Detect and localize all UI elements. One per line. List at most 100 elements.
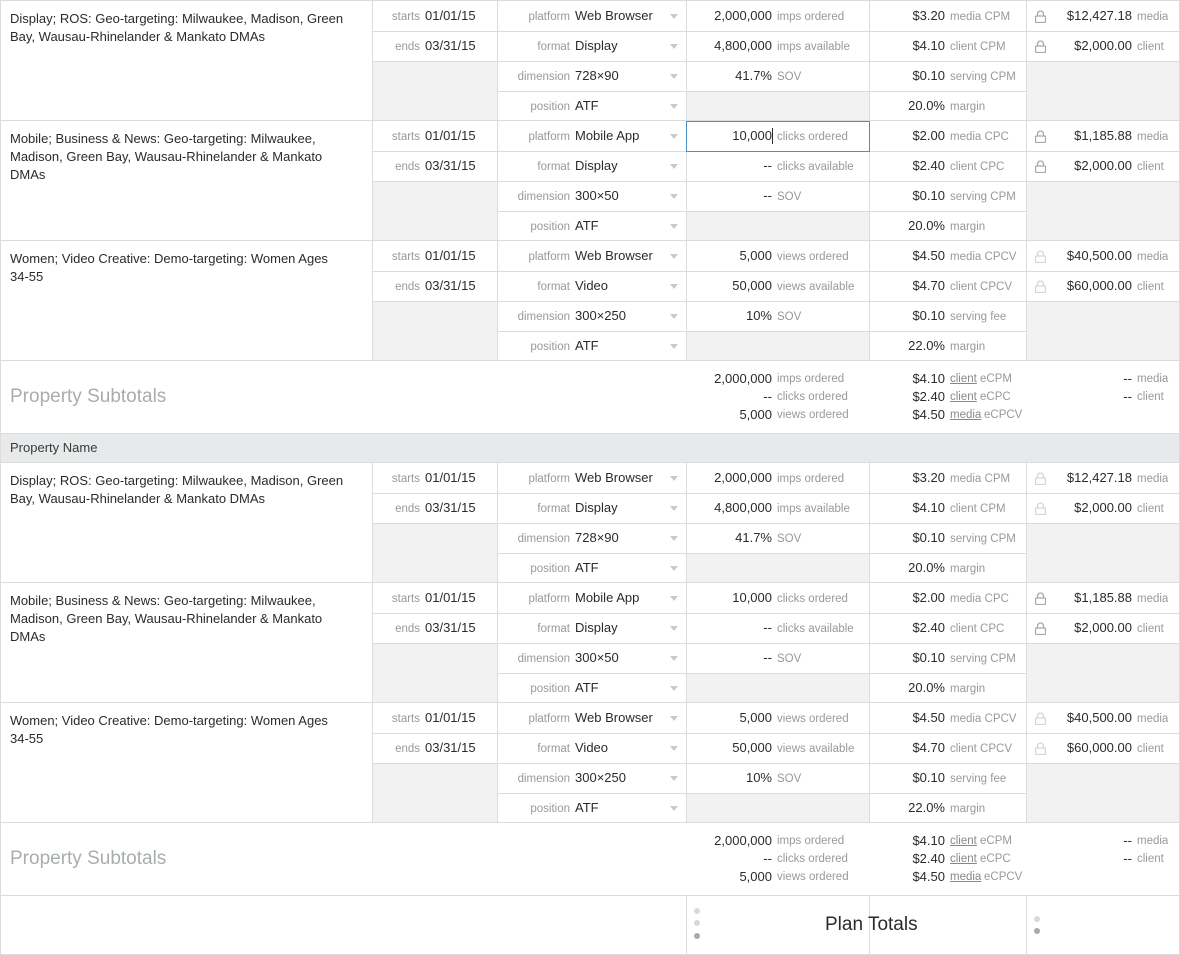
chevron-down-icon[interactable] (670, 656, 678, 661)
rate-value[interactable]: $4.70 (912, 740, 945, 756)
chevron-down-icon[interactable] (670, 344, 678, 349)
chevron-down-icon[interactable] (670, 14, 678, 19)
position-select[interactable]: ATF (575, 680, 599, 696)
total-value[interactable]: $2,000.00 (1074, 38, 1132, 54)
start-date[interactable]: 01/01/15 (425, 128, 476, 144)
position-select[interactable]: ATF (575, 218, 599, 234)
platform-select[interactable]: Web Browser (575, 8, 653, 24)
start-date[interactable]: 01/01/15 (425, 470, 476, 486)
end-date[interactable]: 03/31/15 (425, 500, 476, 516)
total-value[interactable]: $12,427.18 (1067, 8, 1132, 24)
metric-value[interactable]: 5,000 (739, 710, 772, 726)
position-select[interactable]: ATF (575, 338, 599, 354)
format-select[interactable]: Display (575, 500, 618, 516)
platform-select[interactable]: Web Browser (575, 248, 653, 264)
format-select[interactable]: Display (575, 620, 618, 636)
rate-value[interactable]: $0.10 (912, 770, 945, 786)
chevron-down-icon[interactable] (670, 566, 678, 571)
rate-value[interactable]: $0.10 (912, 308, 945, 324)
chevron-down-icon[interactable] (670, 314, 678, 319)
platform-select[interactable]: Web Browser (575, 470, 653, 486)
start-date[interactable]: 01/01/15 (425, 248, 476, 264)
end-date[interactable]: 03/31/15 (425, 38, 476, 54)
lock-icon[interactable] (1034, 742, 1047, 756)
rate-value[interactable]: $3.20 (912, 8, 945, 24)
line-item-name[interactable]: Women; Video Creative: Demo-targeting: W… (10, 712, 350, 748)
lock-icon[interactable] (1034, 502, 1047, 516)
end-date[interactable]: 03/31/15 (425, 740, 476, 756)
format-select[interactable]: Display (575, 38, 618, 54)
end-date[interactable]: 03/31/15 (425, 158, 476, 174)
platform-select[interactable]: Mobile App (575, 590, 639, 606)
metric-value[interactable]: 2,000,000 (714, 470, 772, 486)
end-date[interactable]: 03/31/15 (425, 620, 476, 636)
chevron-down-icon[interactable] (670, 104, 678, 109)
start-date[interactable]: 01/01/15 (425, 8, 476, 24)
position-select[interactable]: ATF (575, 800, 599, 816)
platform-select[interactable]: Mobile App (575, 128, 639, 144)
lock-icon[interactable] (1034, 10, 1047, 24)
rate-basis-link[interactable]: client (950, 851, 977, 867)
total-value[interactable]: $2,000.00 (1074, 620, 1132, 636)
rate-value[interactable]: $4.50 (912, 710, 945, 726)
lock-icon[interactable] (1034, 250, 1047, 264)
scroll-dots-icon[interactable] (1034, 916, 1040, 922)
dimension-select[interactable]: 300×50 (575, 650, 619, 666)
lock-icon[interactable] (1034, 472, 1047, 486)
chevron-down-icon[interactable] (670, 134, 678, 139)
total-value[interactable]: $12,427.18 (1067, 470, 1132, 486)
total-value[interactable]: $1,185.88 (1074, 590, 1132, 606)
position-select[interactable]: ATF (575, 98, 599, 114)
total-value[interactable]: $60,000.00 (1067, 278, 1132, 294)
rate-value[interactable]: $3.20 (912, 470, 945, 486)
scroll-dots-icon[interactable] (694, 908, 700, 914)
rate-basis-link[interactable]: media (950, 869, 981, 885)
end-date[interactable]: 03/31/15 (425, 278, 476, 294)
rate-value[interactable]: $4.10 (912, 38, 945, 54)
scroll-dots-icon[interactable] (694, 933, 700, 939)
chevron-down-icon[interactable] (670, 254, 678, 259)
chevron-down-icon[interactable] (670, 776, 678, 781)
start-date[interactable]: 01/01/15 (425, 710, 476, 726)
rate-value[interactable]: $2.40 (912, 158, 945, 174)
dimension-select[interactable]: 300×250 (575, 308, 626, 324)
dimension-select[interactable]: 728×90 (575, 68, 619, 84)
rate-value[interactable]: $2.40 (912, 620, 945, 636)
chevron-down-icon[interactable] (670, 596, 678, 601)
total-value[interactable]: $2,000.00 (1074, 500, 1132, 516)
rate-value[interactable]: $0.10 (912, 650, 945, 666)
rate-value[interactable]: $2.00 (912, 590, 945, 606)
total-value[interactable]: $2,000.00 (1074, 158, 1132, 174)
chevron-down-icon[interactable] (670, 476, 678, 481)
total-value[interactable]: $1,185.88 (1074, 128, 1132, 144)
format-select[interactable]: Video (575, 740, 608, 756)
metric-value[interactable]: 10,000 (732, 590, 772, 606)
rate-value[interactable]: $0.10 (912, 530, 945, 546)
chevron-down-icon[interactable] (670, 506, 678, 511)
lock-icon[interactable] (1034, 160, 1047, 174)
chevron-down-icon[interactable] (670, 746, 678, 751)
lock-icon[interactable] (1034, 622, 1047, 636)
chevron-down-icon[interactable] (670, 194, 678, 199)
chevron-down-icon[interactable] (670, 686, 678, 691)
chevron-down-icon[interactable] (670, 224, 678, 229)
chevron-down-icon[interactable] (670, 626, 678, 631)
rate-value[interactable]: $0.10 (912, 188, 945, 204)
metric-value[interactable]: 5,000 (739, 248, 772, 264)
total-value[interactable]: $60,000.00 (1067, 740, 1132, 756)
lock-icon[interactable] (1034, 130, 1047, 144)
line-item-name[interactable]: Mobile; Business & News: Geo-targeting: … (10, 130, 350, 184)
rate-basis-link[interactable]: client (950, 389, 977, 405)
rate-value[interactable]: $0.10 (912, 68, 945, 84)
scroll-dots-icon[interactable] (1034, 928, 1040, 934)
start-date[interactable]: 01/01/15 (425, 590, 476, 606)
line-item-name[interactable]: Display; ROS: Geo-targeting: Milwaukee, … (10, 10, 350, 46)
metric-value[interactable]: 10,000 (732, 128, 772, 144)
lock-icon[interactable] (1034, 280, 1047, 294)
chevron-down-icon[interactable] (670, 284, 678, 289)
line-item-name[interactable]: Mobile; Business & News: Geo-targeting: … (10, 592, 350, 646)
chevron-down-icon[interactable] (670, 806, 678, 811)
lock-icon[interactable] (1034, 592, 1047, 606)
dimension-select[interactable]: 300×250 (575, 770, 626, 786)
rate-value[interactable]: $2.00 (912, 128, 945, 144)
